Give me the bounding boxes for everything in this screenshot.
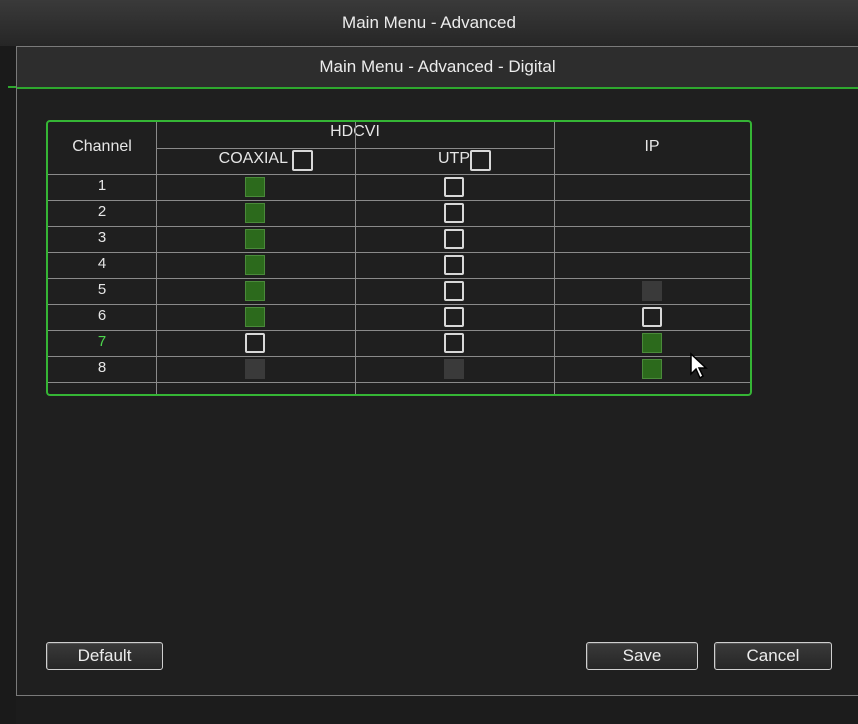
channel-grid: Channel HDCVI COAXIAL UTP IP 12345678 [46, 120, 752, 396]
channel-number: 3 [97, 229, 107, 246]
ip-header: IP [644, 138, 660, 155]
grid-row-divider [48, 356, 750, 357]
utp-checkbox[interactable] [444, 333, 464, 353]
grid-row-divider [48, 382, 750, 383]
coaxial-checkbox[interactable] [245, 333, 265, 353]
utp-checkbox[interactable] [444, 177, 464, 197]
utp-checkbox[interactable] [444, 307, 464, 327]
channel-number: 6 [97, 307, 107, 324]
channel-number: 5 [97, 281, 107, 298]
channel-header: Channel [72, 138, 132, 155]
utp-checkbox[interactable] [444, 203, 464, 223]
coaxial-checkbox[interactable] [245, 203, 265, 223]
save-button[interactable]: Save [586, 642, 698, 670]
coaxial-select-all-checkbox[interactable] [292, 150, 313, 171]
utp-checkbox [444, 359, 464, 379]
utp-checkbox[interactable] [444, 229, 464, 249]
grid-row-divider [48, 304, 750, 305]
ip-checkbox[interactable] [642, 333, 662, 353]
coaxial-checkbox[interactable] [245, 307, 265, 327]
coaxial-checkbox[interactable] [245, 177, 265, 197]
ip-checkbox[interactable] [642, 359, 662, 379]
grid-row-divider [48, 252, 750, 253]
grid-row-divider [48, 174, 750, 175]
arrow-cursor-icon [690, 352, 708, 380]
coaxial-checkbox[interactable] [245, 229, 265, 249]
channel-number: 2 [97, 203, 107, 220]
grid-column-divider [554, 122, 555, 394]
coaxial-checkbox[interactable] [245, 255, 265, 275]
window-title: Main Menu - Advanced [0, 0, 858, 46]
ip-checkbox[interactable] [642, 307, 662, 327]
accent-line [8, 86, 16, 88]
grid-column-divider [355, 122, 356, 394]
dialog-title: Main Menu - Advanced - Digital [17, 47, 858, 89]
cancel-button[interactable]: Cancel [714, 642, 832, 670]
channel-number: 1 [97, 177, 107, 194]
utp-select-all-checkbox[interactable] [470, 150, 491, 171]
coaxial-checkbox [245, 359, 265, 379]
background-strip [0, 46, 16, 724]
utp-checkbox[interactable] [444, 281, 464, 301]
grid-column-divider [156, 122, 157, 394]
grid-row-divider [48, 330, 750, 331]
grid-row-divider [48, 226, 750, 227]
coaxial-checkbox[interactable] [245, 281, 265, 301]
utp-checkbox[interactable] [444, 255, 464, 275]
grid-subheader-divider [156, 148, 554, 149]
default-button[interactable]: Default [46, 642, 163, 670]
ip-checkbox [642, 281, 662, 301]
channel-number: 4 [97, 255, 107, 272]
coaxial-header: COAXIAL [218, 150, 288, 167]
channel-number: 7 [97, 333, 107, 350]
channel-number: 8 [97, 359, 107, 376]
grid-row-divider [48, 278, 750, 279]
utp-header: UTP [438, 150, 470, 167]
grid-row-divider [48, 200, 750, 201]
